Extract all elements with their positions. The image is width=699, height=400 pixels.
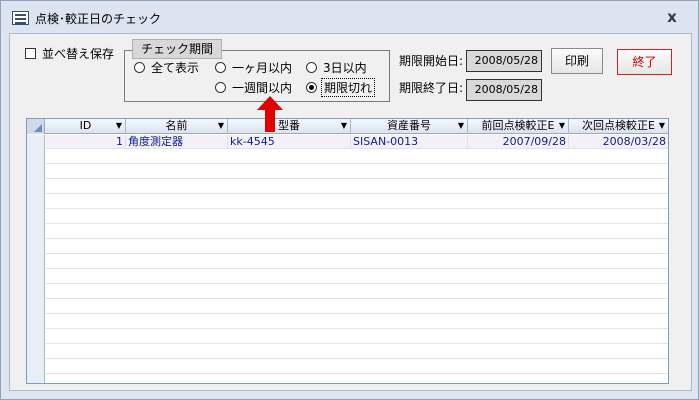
table-row[interactable] (46, 345, 668, 359)
table-row[interactable] (46, 150, 668, 164)
radio-three-days-label: 3日以内 (323, 61, 367, 75)
radio-all-label: 全て表示 (151, 61, 200, 75)
cell-next-check[interactable]: 2008/03/28 (569, 135, 668, 149)
radio-one-week[interactable] (215, 82, 226, 93)
table-row[interactable] (46, 270, 668, 284)
cell-name[interactable]: 角度測定器 (126, 135, 228, 149)
table-row[interactable] (46, 210, 668, 224)
arrow-up-icon (257, 96, 283, 132)
table-row[interactable] (46, 360, 668, 374)
table-row[interactable] (46, 315, 668, 329)
column-header-id[interactable]: ID ▼ (46, 119, 126, 134)
cell-last-check[interactable]: 2007/09/28 (468, 135, 569, 149)
table-row[interactable] (46, 240, 668, 254)
period-group-title: チェック期間 (132, 39, 223, 59)
app-window: 点検･較正日のチェック x 並べ替え保存 チェック期間 全て表示 一ヶ月以内 3… (0, 0, 699, 400)
window-title: 点検･較正日のチェック (35, 12, 162, 26)
radio-three-days[interactable] (306, 62, 317, 73)
column-header-next-check[interactable]: 次回点検較正E ▼ (569, 119, 668, 134)
start-date-field[interactable]: 2008/05/28 (466, 50, 542, 72)
title-bar: 点検･較正日のチェック x (1, 1, 698, 33)
chevron-down-icon: ▼ (115, 121, 122, 130)
grid-header: ID ▼ 名前 ▼ 型番 ▼ 資産番号 ▼ 前回点検較正E ▼ 次回点検較正E ▼ (27, 119, 668, 134)
chevron-down-icon: ▼ (457, 121, 464, 130)
radio-one-week-label: 一週間以内 (232, 81, 293, 95)
chevron-down-icon: ▼ (217, 121, 224, 130)
print-button[interactable]: 印刷 (551, 48, 603, 74)
table-row[interactable] (46, 300, 668, 314)
table-row[interactable]: 1 角度測定器 kk-4545 SISAN-0013 2007/09/28 20… (46, 135, 668, 149)
column-header-model[interactable]: 型番 ▼ (228, 119, 351, 134)
cell-asset[interactable]: SISAN-0013 (351, 135, 468, 149)
sort-save-label: 並べ替え保存 (42, 47, 115, 61)
radio-all[interactable] (134, 62, 145, 73)
chevron-down-icon: ▼ (340, 121, 347, 130)
chevron-down-icon: ▼ (658, 121, 665, 130)
sort-save-checkbox[interactable] (25, 48, 36, 59)
close-button[interactable]: x (664, 8, 680, 26)
cell-model[interactable]: kk-4545 (228, 135, 351, 149)
end-date-label: 期限終了日: (399, 81, 464, 95)
table-row[interactable] (46, 195, 668, 209)
end-date-field[interactable]: 2008/05/28 (466, 79, 542, 101)
column-header-last-check[interactable]: 前回点検較正E ▼ (468, 119, 569, 134)
radio-one-month-label: 一ヶ月以内 (232, 61, 293, 75)
column-header-asset[interactable]: 資産番号 ▼ (351, 119, 468, 134)
table-row[interactable] (46, 285, 668, 299)
chevron-down-icon: ▼ (558, 121, 565, 130)
radio-expired[interactable] (306, 82, 317, 93)
table-row[interactable] (46, 255, 668, 269)
column-header-name[interactable]: 名前 ▼ (126, 119, 228, 134)
select-all-corner[interactable] (27, 119, 45, 134)
start-date-label: 期限開始日: (399, 54, 464, 68)
radio-one-month[interactable] (215, 62, 226, 73)
table-row[interactable] (46, 330, 668, 344)
datasheet[interactable]: ID ▼ 名前 ▼ 型番 ▼ 資産番号 ▼ 前回点検較正E ▼ 次回点検較正E ▼ 1 角度… (26, 118, 669, 384)
row-selector-column[interactable] (27, 135, 45, 383)
exit-button[interactable]: 終了 (617, 49, 672, 75)
cell-id[interactable]: 1 (46, 135, 126, 149)
table-row[interactable] (46, 165, 668, 179)
form-body: 並べ替え保存 チェック期間 全て表示 一ヶ月以内 3日以内 一週間以内 期限切れ… (9, 33, 692, 391)
form-icon (12, 11, 29, 25)
table-row[interactable] (46, 180, 668, 194)
radio-expired-label: 期限切れ (321, 78, 376, 97)
table-row[interactable] (46, 225, 668, 239)
